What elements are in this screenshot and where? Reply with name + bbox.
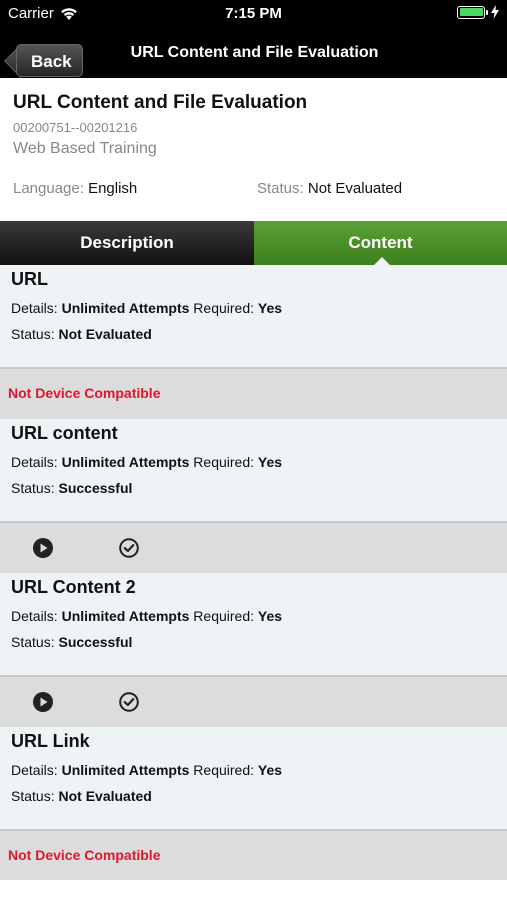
status-label: Status: [11,788,55,804]
status-value: Successful [58,480,133,496]
required-value: Yes [257,762,283,778]
play-icon[interactable] [32,691,54,713]
course-title: URL Content and File Evaluation [13,92,308,113]
required-label: Required: [193,608,254,624]
check-circle-icon[interactable] [118,691,140,713]
content-item[interactable]: URL Details: Unlimited Attempts Required… [0,265,507,367]
item-actions [0,521,507,573]
check-circle-icon[interactable] [118,537,140,559]
item-status-row: Status: Not Evaluated [11,788,152,804]
status-value: Not Evaluated [307,180,403,197]
not-compatible-label: Not Device Compatible [8,385,161,401]
language-value: English [88,180,138,197]
play-icon[interactable] [32,537,54,559]
tab-indicator [374,257,390,265]
status-label: Status: [11,634,55,650]
course-header: URL Content and File Evaluation 00200751… [0,78,507,221]
status-value: Successful [58,634,133,650]
details-value: Unlimited Attempts [61,454,190,470]
status-label: Status: [11,326,55,342]
item-actions [0,675,507,727]
item-details-row: Details: Unlimited Attempts Required: Ye… [11,762,282,778]
battery-icon [457,5,488,19]
item-title: URL content [11,423,118,443]
list-bottom [0,880,507,900]
course-code: 00200751--00201216 [13,120,138,135]
details-label: Details: [11,454,58,470]
back-button[interactable]: Back [8,37,83,77]
not-compatible-label: Not Device Compatible [8,847,161,863]
status-label: Status: [11,480,55,496]
clock: 7:15 PM [225,5,282,22]
item-title: URL Content 2 [11,577,136,597]
status-right [457,5,499,19]
segment-tabs: Description Content [0,221,507,265]
details-label: Details: [11,762,58,778]
charging-icon [491,5,499,19]
required-value: Yes [257,454,283,470]
item-details-row: Details: Unlimited Attempts Required: Ye… [11,608,282,624]
required-label: Required: [193,454,254,470]
content-item[interactable]: URL content Details: Unlimited Attempts … [0,419,507,521]
details-value: Unlimited Attempts [61,608,190,624]
details-value: Unlimited Attempts [61,762,190,778]
item-status-row: Status: Successful [11,634,132,650]
content-item[interactable]: URL Link Details: Unlimited Attempts Req… [0,727,507,829]
language-row: Language: English [13,180,137,197]
item-details-row: Details: Unlimited Attempts Required: Ye… [11,454,282,470]
required-label: Required: [193,300,254,316]
item-status-row: Status: Successful [11,480,132,496]
navigation-bar: Back URL Content and File Evaluation [0,30,507,78]
details-label: Details: [11,608,58,624]
item-details-row: Details: Unlimited Attempts Required: Ye… [11,300,282,316]
item-footer: Not Device Compatible [0,829,507,881]
status-value: Not Evaluated [58,788,152,804]
details-value: Unlimited Attempts [61,300,190,316]
item-title: URL Link [11,731,90,751]
required-value: Yes [257,608,283,624]
status-bar: Carrier 7:15 PM [0,0,507,30]
tab-description[interactable]: Description [0,221,254,265]
back-button-label[interactable]: Back [16,44,83,77]
course-type: Web Based Training [13,140,157,157]
required-label: Required: [193,762,254,778]
item-footer: Not Device Compatible [0,367,507,419]
content-item[interactable]: URL Content 2 Details: Unlimited Attempt… [0,573,507,675]
status-label: Status: [257,180,304,197]
item-title: URL [11,269,48,289]
required-value: Yes [257,300,283,316]
status-value: Not Evaluated [58,326,152,342]
status-row: Status: Not Evaluated [257,180,402,197]
details-label: Details: [11,300,58,316]
item-status-row: Status: Not Evaluated [11,326,152,342]
language-label: Language: [13,180,84,197]
